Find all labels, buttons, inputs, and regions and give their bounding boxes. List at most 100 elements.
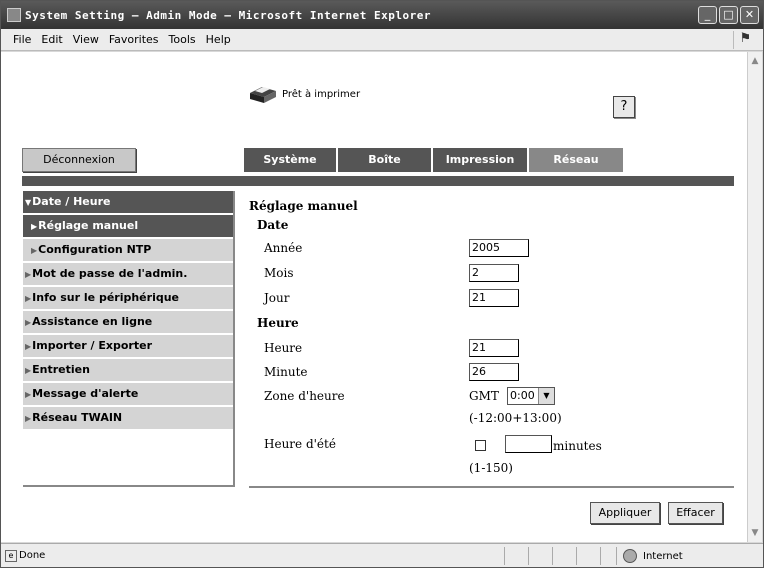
sidebar-item-label: Info sur le périphérique xyxy=(32,291,180,304)
sidebar-item-assistance[interactable]: ▶Assistance en ligne xyxy=(23,311,233,333)
dst-unit-label: minutes xyxy=(553,439,602,453)
tab-impression[interactable]: Impression xyxy=(433,148,529,172)
hour-input[interactable]: 21 xyxy=(469,339,519,357)
hour-label: Heure xyxy=(264,341,303,355)
menu-help[interactable]: Help xyxy=(206,33,231,46)
chevron-down-icon[interactable]: ▼ xyxy=(538,388,554,404)
title-bar: System Setting – Admin Mode – Microsoft … xyxy=(1,1,763,29)
tab-systeme[interactable]: Système xyxy=(244,148,338,172)
time-section-title: Heure xyxy=(257,316,299,330)
windows-logo-icon: ⚑ xyxy=(733,31,757,49)
timezone-range: (-12:00+13:00) xyxy=(469,411,562,425)
sidebar-item-reglage-manuel[interactable]: ▶Réglage manuel xyxy=(23,215,233,237)
date-section-title: Date xyxy=(257,218,289,232)
window-controls: _ □ ✕ xyxy=(698,6,759,24)
printer-icon xyxy=(250,87,276,103)
sidebar-item-configuration-ntp[interactable]: ▶Configuration NTP xyxy=(23,239,233,261)
menu-favorites[interactable]: Favorites xyxy=(109,33,159,46)
sidebar-item-mot-de-passe[interactable]: ▶Mot de passe de l'admin. xyxy=(23,263,233,285)
timezone-label: Zone d'heure xyxy=(264,389,345,403)
ie-app-icon xyxy=(7,8,21,22)
timezone-select[interactable]: 0:00 ▼ xyxy=(507,387,555,405)
day-input[interactable]: 21 xyxy=(469,289,519,307)
status-separator xyxy=(528,547,529,565)
chevron-right-icon: ▶ xyxy=(31,246,38,255)
sidebar-item-importer-exporter[interactable]: ▶Importer / Exporter xyxy=(23,335,233,357)
chevron-right-icon: ▶ xyxy=(25,366,32,375)
scroll-down-icon[interactable]: ▼ xyxy=(748,526,762,540)
sidebar: ▼Date / Heure ▶Réglage manuel ▶Configura… xyxy=(23,191,235,431)
minute-input[interactable]: 26 xyxy=(469,363,519,381)
browser-window: System Setting – Admin Mode – Microsoft … xyxy=(0,0,764,568)
chevron-right-icon: ▶ xyxy=(25,270,32,279)
sidebar-item-label: Assistance en ligne xyxy=(32,315,153,328)
sidebar-item-label: Configuration NTP xyxy=(38,243,152,256)
sidebar-item-label: Message d'alerte xyxy=(32,387,139,400)
sidebar-item-label: Mot de passe de l'admin. xyxy=(32,267,188,280)
menu-view[interactable]: View xyxy=(73,33,99,46)
printer-status: Prêt à imprimer xyxy=(248,83,360,105)
status-separator xyxy=(552,547,553,565)
window-title: System Setting – Admin Mode – Microsoft … xyxy=(25,8,431,22)
logout-button[interactable]: Déconnexion xyxy=(22,148,136,172)
scroll-up-icon[interactable]: ▲ xyxy=(748,54,762,68)
dst-minutes-input[interactable] xyxy=(505,435,552,453)
timezone-prefix: GMT xyxy=(469,389,499,403)
menu-file[interactable]: File xyxy=(13,33,31,46)
sidebar-item-label: Importer / Exporter xyxy=(32,339,152,352)
chevron-right-icon: ▶ xyxy=(25,390,32,399)
page-done-icon: e xyxy=(5,549,17,562)
status-done-text: Done xyxy=(19,550,46,561)
globe-icon xyxy=(623,549,637,563)
apply-button[interactable]: Appliquer xyxy=(590,502,660,524)
status-separator xyxy=(504,547,505,565)
chevron-right-icon: ▶ xyxy=(25,342,32,351)
form-divider xyxy=(249,486,734,488)
security-zone-text: Internet xyxy=(643,550,683,562)
minute-label: Minute xyxy=(264,365,308,379)
printer-status-text: Prêt à imprimer xyxy=(282,88,361,100)
main-tabs: Système Boîte Impression Réseau xyxy=(244,148,625,172)
sidebar-item-label: Date / Heure xyxy=(32,195,111,208)
close-button[interactable]: ✕ xyxy=(740,6,759,24)
year-label: Année xyxy=(264,241,303,255)
sidebar-item-entretien[interactable]: ▶Entretien xyxy=(23,359,233,381)
chevron-right-icon: ▶ xyxy=(25,414,32,423)
chevron-right-icon: ▶ xyxy=(25,318,32,327)
sidebar-border xyxy=(23,485,235,487)
status-separator xyxy=(576,547,577,565)
security-zone: Internet xyxy=(623,549,683,563)
help-button[interactable]: ? xyxy=(613,96,635,118)
sidebar-item-label: Réseau TWAIN xyxy=(32,411,123,424)
minimize-button[interactable]: _ xyxy=(698,6,717,24)
header-divider-bar xyxy=(22,176,734,186)
maximize-button[interactable]: □ xyxy=(719,6,738,24)
sidebar-item-reseau-twain[interactable]: ▶Réseau TWAIN xyxy=(23,407,233,429)
year-input[interactable]: 2005 xyxy=(469,239,529,257)
timezone-select-value: 0:00 xyxy=(510,389,535,402)
dst-range: (1-150) xyxy=(469,461,513,475)
chevron-right-icon: ▶ xyxy=(31,222,38,231)
tab-reseau[interactable]: Réseau xyxy=(529,148,625,172)
day-label: Jour xyxy=(264,291,290,305)
dst-checkbox[interactable] xyxy=(475,440,486,451)
sidebar-border xyxy=(233,191,235,487)
sidebar-item-info-peripherique[interactable]: ▶Info sur le périphérique xyxy=(23,287,233,309)
month-label: Mois xyxy=(264,266,294,280)
sidebar-item-message-alerte[interactable]: ▶Message d'alerte xyxy=(23,383,233,405)
menu-tools[interactable]: Tools xyxy=(169,33,196,46)
chevron-right-icon: ▶ xyxy=(25,294,32,303)
clear-button[interactable]: Effacer xyxy=(668,502,723,524)
status-separator xyxy=(616,547,617,565)
chevron-down-icon: ▼ xyxy=(25,198,32,207)
dst-label: Heure d'été xyxy=(264,437,336,451)
vertical-scrollbar[interactable]: ▲ ▼ xyxy=(747,52,762,542)
form-title: Réglage manuel xyxy=(249,199,358,213)
status-separator xyxy=(600,547,601,565)
sidebar-item-date-heure[interactable]: ▼Date / Heure xyxy=(23,191,233,213)
sidebar-item-label: Réglage manuel xyxy=(38,219,139,232)
sidebar-item-label: Entretien xyxy=(32,363,90,376)
month-input[interactable]: 2 xyxy=(469,264,519,282)
tab-boite[interactable]: Boîte xyxy=(338,148,433,172)
menu-edit[interactable]: Edit xyxy=(41,33,62,46)
